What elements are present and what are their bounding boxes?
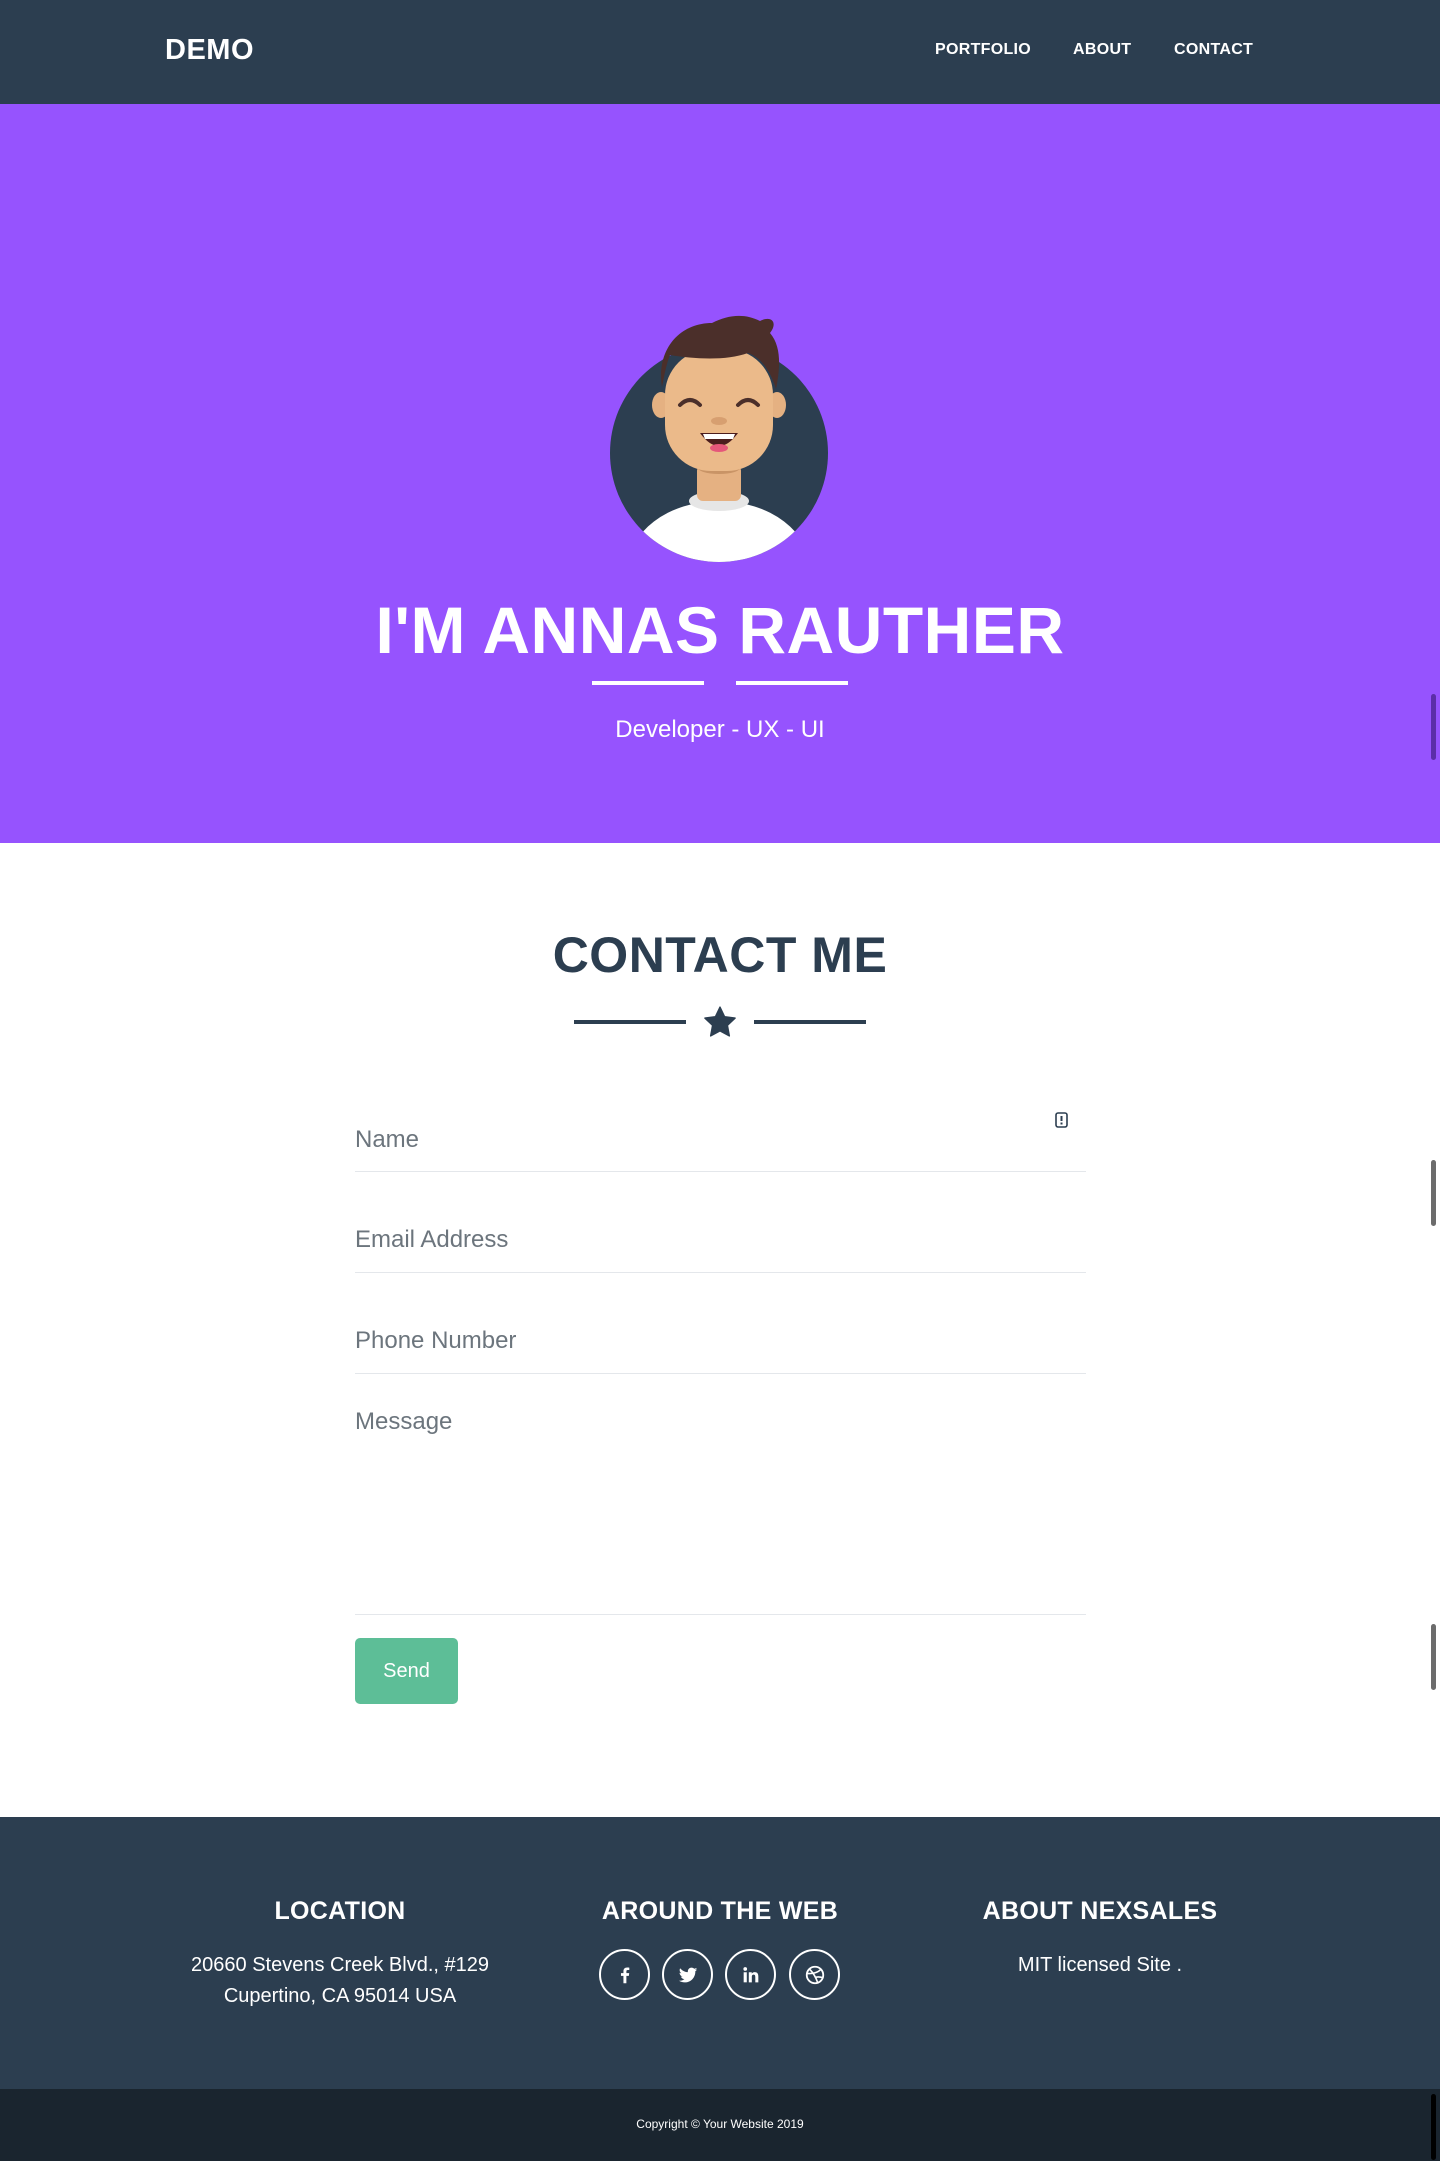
autofill-icon[interactable]: [1055, 1112, 1068, 1128]
hero-divider-right: [736, 681, 848, 685]
name-field: [355, 1080, 1086, 1172]
navbar: DEMO PORTFOLIO ABOUT CONTACT: [0, 0, 1440, 104]
email-input[interactable]: [355, 1172, 1086, 1273]
nav-link-contact[interactable]: CONTACT: [1174, 41, 1253, 59]
name-input[interactable]: [355, 1080, 1086, 1172]
copyright-text: Copyright © Your Website 2019: [636, 2117, 804, 2131]
hero-section: I'M ANNAS RAUTHER Developer - UX - UI: [0, 104, 1440, 843]
email-field: [355, 1172, 1086, 1273]
location-address: 20660 Stevens Creek Blvd., #129 Cupertin…: [160, 1950, 520, 2012]
dribbble-icon[interactable]: [789, 1949, 840, 2000]
message-textarea[interactable]: [355, 1374, 1086, 1614]
star-icon: [704, 1006, 736, 1037]
about-text: MIT licensed Site .: [1017, 1954, 1183, 1976]
around-the-web-heading: AROUND THE WEB: [601, 1897, 839, 1925]
hero-subtitle: Developer - UX - UI: [615, 716, 825, 743]
scroll-indicator: [1431, 2094, 1436, 2160]
nav-link-about[interactable]: ABOUT: [1073, 41, 1131, 59]
hero-divider-left: [592, 681, 704, 685]
scroll-indicator: [1431, 1160, 1436, 1226]
contact-title: CONTACT ME: [552, 927, 888, 983]
address-line-1: 20660 Stevens Creek Blvd., #129: [191, 1954, 489, 1976]
scroll-indicator: [1431, 1624, 1436, 1690]
address-line-2: Cupertino, CA 95014 USA: [223, 1985, 457, 2007]
contact-divider-left: [574, 1020, 686, 1024]
phone-field: [355, 1273, 1086, 1374]
nav-link-portfolio[interactable]: PORTFOLIO: [935, 41, 1031, 59]
twitter-icon[interactable]: [662, 1949, 713, 2000]
avatar-illustration-icon: [610, 315, 828, 562]
copyright-bar: Copyright © Your Website 2019: [0, 2089, 1440, 2161]
footer: LOCATION 20660 Stevens Creek Blvd., #129…: [0, 1817, 1440, 2089]
about-heading: ABOUT NEXSALES: [982, 1897, 1218, 1925]
contact-divider-right: [754, 1020, 866, 1024]
hero-title: I'M ANNAS RAUTHER: [375, 593, 1065, 667]
linkedin-icon[interactable]: [725, 1949, 776, 2000]
facebook-icon[interactable]: [599, 1949, 650, 2000]
message-field: [355, 1374, 1086, 1615]
send-button[interactable]: Send: [355, 1638, 458, 1704]
phone-input[interactable]: [355, 1273, 1086, 1374]
scroll-indicator: [1431, 694, 1436, 760]
location-heading: LOCATION: [274, 1897, 406, 1925]
brand-logo[interactable]: DEMO: [165, 34, 254, 67]
